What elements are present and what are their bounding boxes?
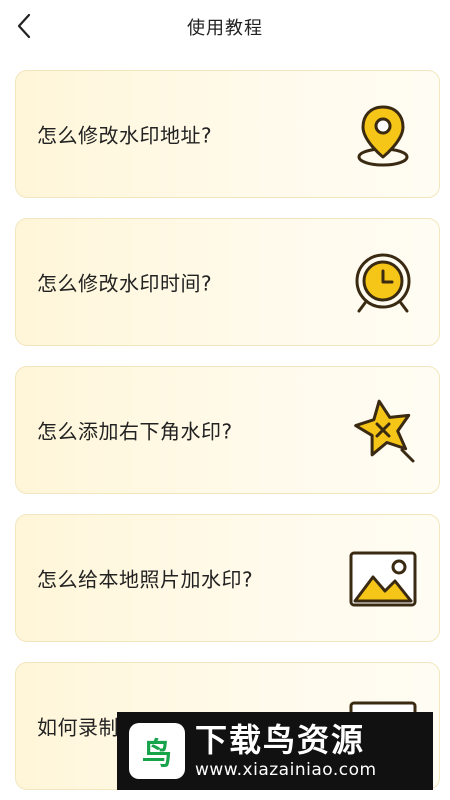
tutorial-card-watermark-local-photo[interactable]: 怎么给本地照片加水印? [15,514,440,642]
page-title: 使用教程 [187,18,263,39]
watermark-logo: 鸟 [129,723,185,779]
tutorial-card-edit-address[interactable]: 怎么修改水印地址? [15,70,440,198]
tutorial-label: 怎么修改水印时间? [37,271,213,296]
tutorial-card-add-corner-watermark[interactable]: 怎么添加右下角水印? [15,366,440,494]
watermark-title: 下载鸟资源 [195,721,366,759]
watermark-url: www.xiazainiao.com [195,760,377,780]
tutorial-label: 怎么修改水印地址? [37,123,213,148]
location-pin-icon [347,99,419,171]
tutorial-label: 如何录制 [37,715,119,740]
site-watermark: 鸟 下载鸟资源 www.xiazainiao.com [117,712,433,790]
tutorial-label: 怎么添加右下角水印? [37,419,233,444]
back-button[interactable] [10,12,38,40]
image-icon [347,543,419,615]
alarm-clock-icon [347,247,419,319]
chevron-left-icon [17,13,31,39]
tutorial-label: 怎么给本地照片加水印? [37,567,254,592]
star-x-icon [347,395,419,467]
tutorial-card-edit-time[interactable]: 怎么修改水印时间? [15,218,440,346]
header: 使用教程 [0,0,450,54]
